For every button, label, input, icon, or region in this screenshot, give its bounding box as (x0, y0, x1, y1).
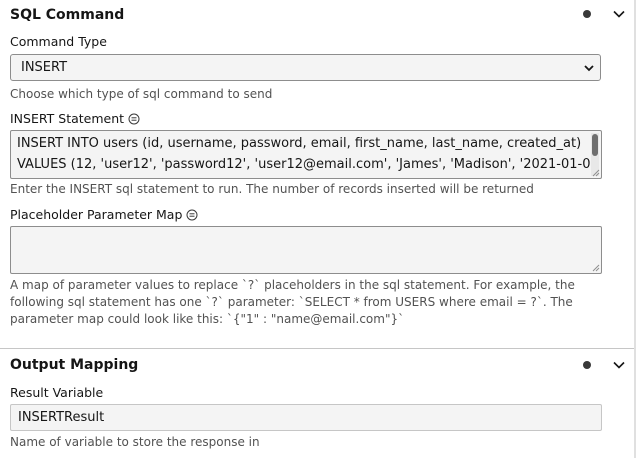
select-arrow-icon (584, 65, 594, 72)
status-dot-icon (583, 10, 591, 18)
result-variable-input[interactable]: INSERTResult (10, 404, 602, 431)
placeholder-map-textarea[interactable] (10, 226, 602, 274)
command-type-select[interactable]: INSERT (10, 54, 601, 81)
command-type-label: Command Type (10, 34, 107, 49)
section-divider (0, 348, 636, 349)
output-mapping-header[interactable]: Output Mapping (0, 350, 636, 380)
info-circle-icon[interactable] (186, 209, 198, 221)
insert-statement-label: INSERT Statement (10, 111, 140, 127)
sql-command-title: SQL Command (10, 7, 125, 23)
chevron-down-icon[interactable] (612, 7, 626, 21)
placeholder-map-help-3: parameter map could look like this: `{"1… (10, 312, 405, 326)
scrollbar-thumb[interactable] (592, 134, 598, 156)
placeholder-map-label: Placeholder Parameter Map (10, 207, 198, 223)
command-type-value: INSERT (21, 60, 68, 75)
insert-statement-textarea[interactable]: INSERT INTO users (id, username, passwor… (10, 130, 602, 179)
placeholder-map-help-1: A map of parameter values to replace `?`… (10, 278, 575, 292)
insert-statement-line-2: VALUES (12, 'user12', 'password12', 'use… (17, 157, 599, 172)
result-variable-help: Name of variable to store the response i… (10, 435, 260, 449)
result-variable-value: INSERTResult (18, 410, 105, 425)
chevron-down-icon[interactable] (612, 358, 626, 372)
insert-statement-line-1: INSERT INTO users (id, username, passwor… (17, 136, 582, 151)
resize-grip-icon[interactable] (592, 169, 600, 177)
resize-grip-icon[interactable] (592, 264, 600, 272)
insert-statement-label-text: INSERT Statement (10, 111, 125, 126)
sql-command-header[interactable]: SQL Command (0, 0, 636, 30)
placeholder-map-help-2: following sql statement has one `?` para… (10, 295, 573, 309)
placeholder-map-label-text: Placeholder Parameter Map (10, 207, 183, 222)
status-dot-icon (583, 361, 591, 369)
result-variable-label: Result Variable (10, 385, 104, 400)
command-type-help: Choose which type of sql command to send (10, 87, 273, 101)
info-circle-icon[interactable] (128, 113, 140, 125)
insert-statement-help: Enter the INSERT sql statement to run. T… (10, 182, 534, 196)
output-mapping-title: Output Mapping (10, 357, 139, 373)
